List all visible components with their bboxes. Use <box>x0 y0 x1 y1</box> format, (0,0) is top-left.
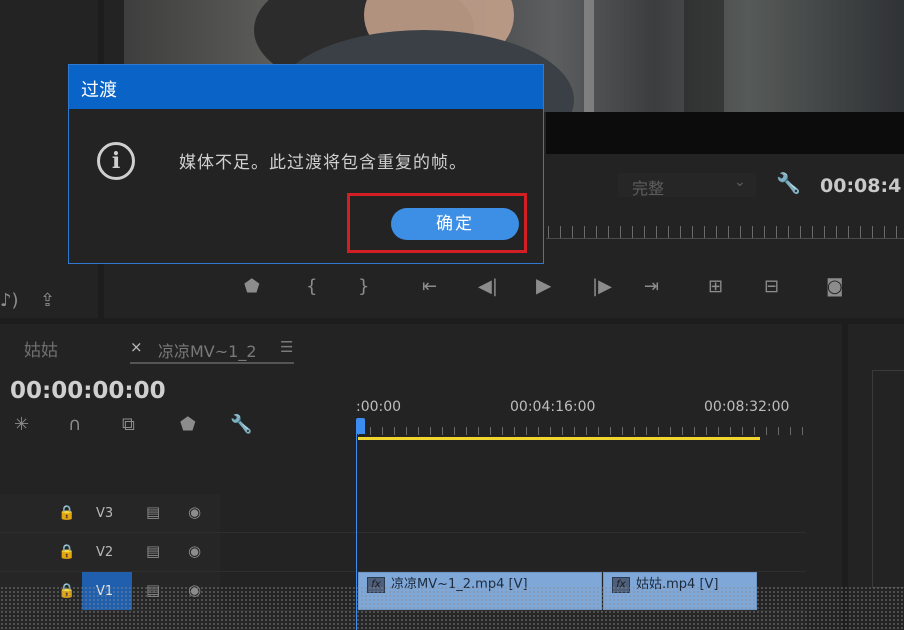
lock-icon[interactable]: 🔒 <box>58 504 75 522</box>
sync-lock-icon[interactable]: ▤ <box>146 542 160 560</box>
marker-icon[interactable]: ⬟ <box>244 278 260 296</box>
tab-gugu[interactable]: 姑姑 <box>24 336 58 361</box>
work-area-bar[interactable] <box>358 437 760 440</box>
info-icon: i <box>97 142 135 180</box>
playhead-handle[interactable] <box>356 418 365 434</box>
track-label-v3: V3 <box>96 506 114 521</box>
tab-close-icon[interactable]: × <box>130 338 143 356</box>
chevron-down-icon: ⌄ <box>734 174 746 190</box>
dialog-title: 过渡 <box>81 80 117 101</box>
sync-lock-icon[interactable]: ▤ <box>146 503 160 521</box>
timeline-timecode[interactable]: 00:00:00:00 <box>10 378 166 404</box>
ruler-label-2: 00:08:32:00 <box>704 399 790 415</box>
program-timecode: 00:08:4 <box>820 175 902 197</box>
camera-icon[interactable]: ◙ <box>826 278 843 296</box>
right-panel <box>848 324 904 630</box>
ok-button[interactable]: 确定 <box>391 208 519 240</box>
nest-icon[interactable]: ✳ <box>14 416 29 434</box>
track-label-v2: V2 <box>96 545 114 560</box>
mark-out-icon[interactable]: } <box>358 278 369 296</box>
ruler-label-0: :00:00 <box>356 399 402 415</box>
track-row-v2: 🔒 V2 ▤ ◉ <box>0 533 806 572</box>
add-marker-icon[interactable]: ⬟ <box>180 416 196 434</box>
tab-menu-icon[interactable]: ☰ <box>280 338 293 356</box>
timeline-ruler[interactable] <box>358 427 804 435</box>
go-to-in-icon[interactable]: ⇤ <box>422 278 437 296</box>
quality-value: 完整 <box>632 179 665 198</box>
timeline-settings-icon[interactable]: 🔧 <box>230 416 252 434</box>
ruler-label-1: 00:04:16:00 <box>510 399 596 415</box>
eye-icon[interactable]: ◉ <box>188 542 201 560</box>
quality-dropdown[interactable]: 完整 ⌄ <box>618 173 756 198</box>
mark-in-icon[interactable]: { <box>306 278 317 296</box>
export-frame-icon[interactable]: ⇪ <box>40 292 55 310</box>
eye-icon[interactable]: ◉ <box>188 503 201 521</box>
dialog-titlebar[interactable]: 过渡 <box>69 65 543 109</box>
play-icon[interactable]: ▶ <box>536 275 551 295</box>
dialog-message: 媒体不足。此过渡将包含重复的帧。 <box>179 153 467 173</box>
transition-dialog: 过渡 i 媒体不足。此过渡将包含重复的帧。 确定 <box>68 64 544 264</box>
step-forward-icon[interactable]: |▶ <box>592 278 612 296</box>
go-to-out-icon[interactable]: ⇥ <box>644 278 659 296</box>
monitor-ruler[interactable] <box>548 226 904 238</box>
track-row-v3: 🔒 V3 ▤ ◉ <box>0 494 806 533</box>
wrench-icon[interactable]: 🔧 <box>776 173 801 193</box>
video-letterbox <box>546 112 904 154</box>
monitor-ruler-line <box>546 238 904 239</box>
right-panel-frame <box>872 370 904 588</box>
linked-selection-icon[interactable]: ⧉ <box>122 416 135 434</box>
extract-icon[interactable]: ⊟ <box>764 278 779 296</box>
active-tab-underline <box>130 362 294 364</box>
track-header-v2: 🔒 V2 ▤ ◉ <box>0 533 220 571</box>
step-back-icon[interactable]: ◀| <box>478 278 498 296</box>
tab-liangliang[interactable]: 凉凉MV~1_2 <box>158 338 257 362</box>
audio-export-icon[interactable]: ♪) <box>0 292 19 310</box>
dither-overlay <box>0 586 904 630</box>
snap-magnet-icon[interactable]: ∩ <box>68 416 81 434</box>
track-header-v3: 🔒 V3 ▤ ◉ <box>0 494 220 532</box>
lift-icon[interactable]: ⊞ <box>708 278 723 296</box>
lock-icon[interactable]: 🔒 <box>58 543 75 561</box>
